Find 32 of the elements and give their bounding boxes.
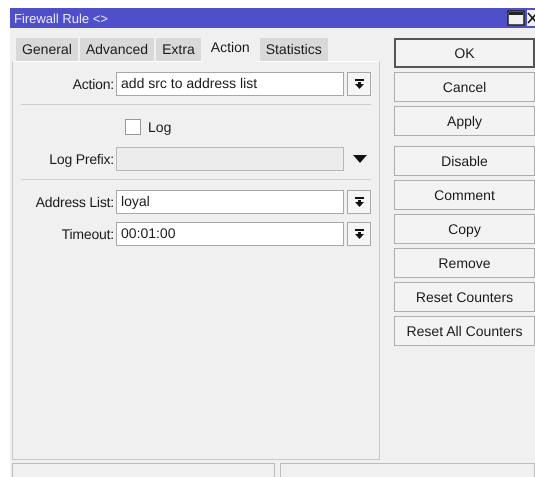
input-field[interactable]: add src to address list [116,72,344,96]
expand-icon[interactable] [353,154,367,164]
input-field[interactable]: 00:01:00 [116,222,344,246]
down-arrow-icon [354,78,364,90]
tab[interactable]: Statistics [260,38,328,61]
action-button[interactable]: OK [394,38,535,68]
field-label: Timeout: [62,226,114,242]
field-label: Action: [72,76,114,92]
checkbox-label: Log [148,119,172,135]
log-checkbox[interactable] [125,119,141,135]
action-button[interactable]: Cancel [394,72,535,102]
action-button[interactable]: Disable [394,146,535,176]
tab[interactable]: Advanced [80,38,154,61]
action-button[interactable]: Reset All Counters [394,316,535,346]
field-label: Address List: [36,194,114,210]
action-button[interactable]: Copy [394,214,535,244]
down-arrow-icon [354,228,364,240]
tab[interactable]: Extra [156,38,201,61]
action-button[interactable]: Reset Counters [394,282,535,312]
down-arrow-icon [354,196,364,208]
action-button[interactable]: Remove [394,248,535,278]
dropdown-button[interactable] [347,190,371,214]
maximize-icon[interactable] [507,10,525,26]
tab[interactable]: General [16,38,78,61]
field-label: Log Prefix: [49,151,114,167]
dropdown-button[interactable] [347,222,371,246]
input-field[interactable]: loyal [116,190,344,214]
window-title: Firewall Rule <> [14,10,109,26]
action-button[interactable]: Apply [394,106,535,136]
close-icon[interactable] [527,10,535,26]
dropdown-button[interactable] [347,72,371,96]
action-button[interactable]: Comment [394,180,535,210]
